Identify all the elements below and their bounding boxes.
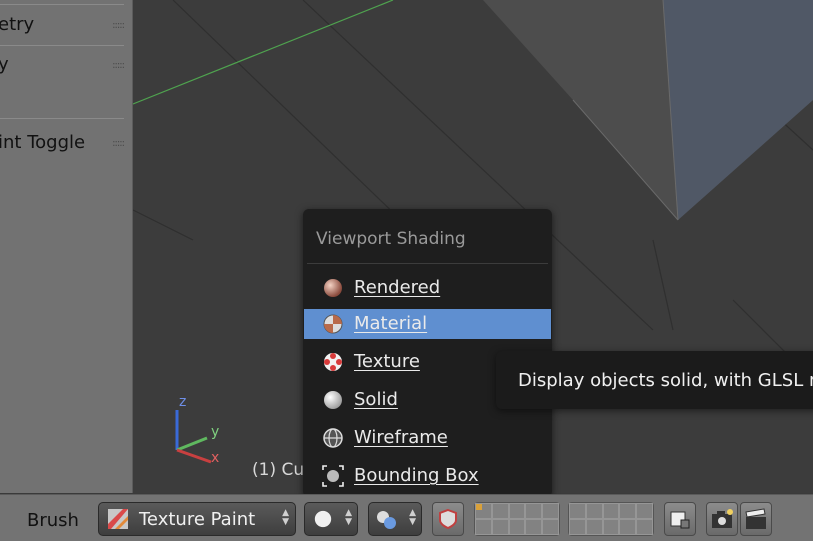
mode-selector-label: Texture Paint — [139, 509, 256, 530]
object-info-label: (1) Cu — [252, 460, 305, 480]
object-face-selected — [663, 0, 813, 220]
axis-x-label: x — [211, 450, 219, 466]
updown-arrows-icon: ▲ ▼ — [282, 508, 289, 527]
wireframe-sphere-icon — [323, 428, 343, 448]
viewport-shading-button[interactable]: ▲ ▼ — [304, 502, 358, 536]
camera-icon — [712, 509, 733, 528]
menu-title: Viewport Shading — [316, 229, 466, 249]
active-layer-dot — [476, 504, 482, 510]
brush-label: Brush — [27, 510, 79, 531]
render-image-button[interactable] — [706, 502, 738, 536]
tool-shelf: etry ::::: y ::::: int Toggle ::::: — [0, 0, 133, 493]
axis-gizmo-icon: z y x — [175, 394, 219, 466]
render-animation-button[interactable] — [740, 502, 772, 536]
texture-sphere-icon — [324, 353, 342, 371]
shelf-divider — [0, 4, 124, 5]
updown-arrows-icon: ▲ ▼ — [345, 508, 352, 527]
solid-sphere-icon — [324, 391, 342, 409]
menu-item-bounding-box[interactable]: Bounding Box — [304, 461, 551, 491]
menu-item-label: Texture — [354, 351, 420, 372]
grip-icon[interactable]: ::::: — [112, 60, 124, 71]
layer-grid-1[interactable] — [474, 502, 560, 536]
texture-paint-icon — [108, 509, 128, 529]
shelf-item-label: etry — [0, 14, 35, 35]
rendered-sphere-icon — [324, 279, 342, 297]
solid-sphere-icon — [314, 510, 332, 528]
updown-arrows-icon: ▲ ▼ — [409, 508, 416, 527]
menu-item-label: Bounding Box — [354, 465, 479, 486]
tooltip-text: Display objects solid, with GLSL m — [518, 370, 813, 391]
menu-divider — [307, 263, 548, 264]
menu-item-wireframe[interactable]: Wireframe — [304, 423, 551, 453]
shelf-item-paint-toggle[interactable]: int Toggle ::::: — [0, 132, 124, 156]
tooltip: Display objects solid, with GLSL m — [496, 351, 813, 409]
clapperboard-icon — [745, 508, 766, 529]
shelf-divider — [0, 45, 124, 46]
menu-item-rendered[interactable]: Rendered — [304, 273, 551, 303]
shelf-divider — [0, 118, 124, 119]
y-axis-line — [133, 0, 394, 105]
grip-icon[interactable]: ::::: — [112, 138, 124, 149]
shelf-item-label: int Toggle — [0, 132, 86, 153]
viewport-header: Brush Texture Paint ▲ ▼ ▲ ▼ ▲ ▼ — [0, 494, 813, 541]
material-sphere-icon — [323, 314, 343, 334]
shelf-item-label: y — [0, 54, 9, 75]
shelf-item-history[interactable]: y ::::: — [0, 54, 124, 78]
bounding-box-icon — [322, 465, 344, 487]
menu-item-label: Solid — [354, 389, 398, 410]
grip-icon[interactable]: ::::: — [112, 20, 124, 31]
menu-item-material[interactable]: Material — [304, 309, 551, 339]
menu-item-label: Material — [354, 313, 428, 334]
shield-icon — [439, 508, 457, 530]
layer-grid-2[interactable] — [568, 502, 654, 536]
shelf-item-geometry[interactable]: etry ::::: — [0, 14, 124, 38]
menu-item-label: Wireframe — [354, 427, 448, 448]
menu-item-label: Rendered — [354, 277, 441, 298]
manipulator-toggle-button[interactable] — [432, 502, 464, 536]
pivot-point-button[interactable]: ▲ ▼ — [368, 502, 422, 536]
mode-selector[interactable]: Texture Paint ▲ ▼ — [98, 502, 296, 536]
axis-z-label: z — [179, 394, 186, 410]
lock-camera-button[interactable] — [664, 502, 696, 536]
pivot-point-icon — [377, 511, 396, 529]
axis-y-label: y — [211, 424, 219, 440]
lock-icon — [670, 511, 690, 529]
